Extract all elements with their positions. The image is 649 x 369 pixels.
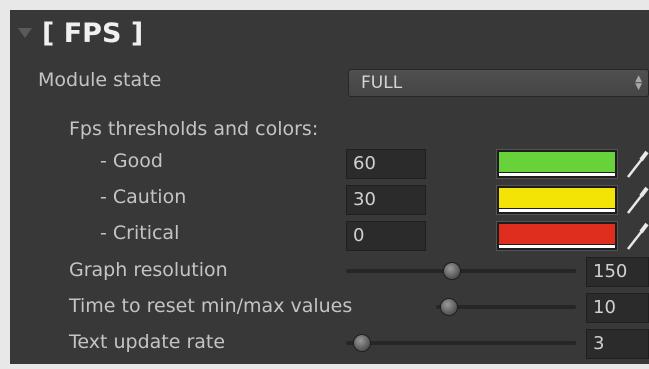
good-threshold-input[interactable]: 60	[346, 149, 426, 179]
section-header[interactable]: [ FPS ]	[10, 10, 649, 64]
eyedropper-icon[interactable]	[624, 185, 649, 215]
threshold-row-good: - Good 60	[10, 146, 649, 180]
critical-color-swatch[interactable]	[496, 221, 618, 251]
threshold-label-good: - Good	[100, 150, 163, 172]
section-title: [ FPS ]	[42, 18, 144, 49]
slider-track[interactable]	[346, 341, 576, 345]
reset-time-input[interactable]: 10	[586, 293, 649, 323]
slider-label: Time to reset min/max values	[69, 295, 353, 317]
caution-color-fill	[499, 188, 615, 208]
module-state-dropdown[interactable]: FULL ▲ ▼	[348, 69, 649, 97]
slider-thumb[interactable]	[442, 262, 461, 280]
threshold-label-caution: - Caution	[100, 186, 187, 208]
critical-threshold-input[interactable]: 0	[346, 221, 426, 251]
slider-row-reset-time: Time to reset min/max values 10	[10, 291, 649, 325]
slider-track[interactable]	[346, 269, 576, 273]
foldout-triangle-icon[interactable]	[18, 28, 32, 38]
module-state-row: Module state FULL ▲ ▼	[10, 65, 649, 99]
slider-label: Graph resolution	[69, 259, 228, 281]
critical-color-fill	[499, 224, 615, 244]
module-state-value: FULL	[361, 73, 403, 93]
good-color-swatch[interactable]	[496, 149, 618, 179]
thresholds-header-row: Fps thresholds and colors:	[10, 114, 649, 148]
eyedropper-icon[interactable]	[624, 149, 649, 179]
graph-resolution-input[interactable]: 150	[586, 257, 649, 287]
slider-thumb[interactable]	[439, 298, 458, 316]
good-color-fill	[499, 152, 615, 172]
slider-row-graph-resolution: Graph resolution 150	[10, 255, 649, 289]
fps-module-panel: [ FPS ] Module state FULL ▲ ▼ Fps thresho…	[10, 10, 649, 364]
caution-color-swatch[interactable]	[496, 185, 618, 215]
up-down-arrows-icon: ▲ ▼	[635, 74, 642, 92]
eyedropper-icon[interactable]	[624, 221, 649, 251]
text-update-rate-input[interactable]: 3	[586, 329, 649, 359]
caution-threshold-input[interactable]: 30	[346, 185, 426, 215]
threshold-row-caution: - Caution 30	[10, 182, 649, 216]
slider-thumb[interactable]	[353, 334, 372, 352]
threshold-row-critical: - Critical 0	[10, 218, 649, 252]
thresholds-label: Fps thresholds and colors:	[69, 118, 319, 140]
module-state-label: Module state	[38, 69, 162, 91]
threshold-label-critical: - Critical	[100, 222, 180, 244]
slider-row-text-update-rate: Text update rate 3	[10, 327, 649, 361]
slider-label: Text update rate	[69, 331, 226, 353]
